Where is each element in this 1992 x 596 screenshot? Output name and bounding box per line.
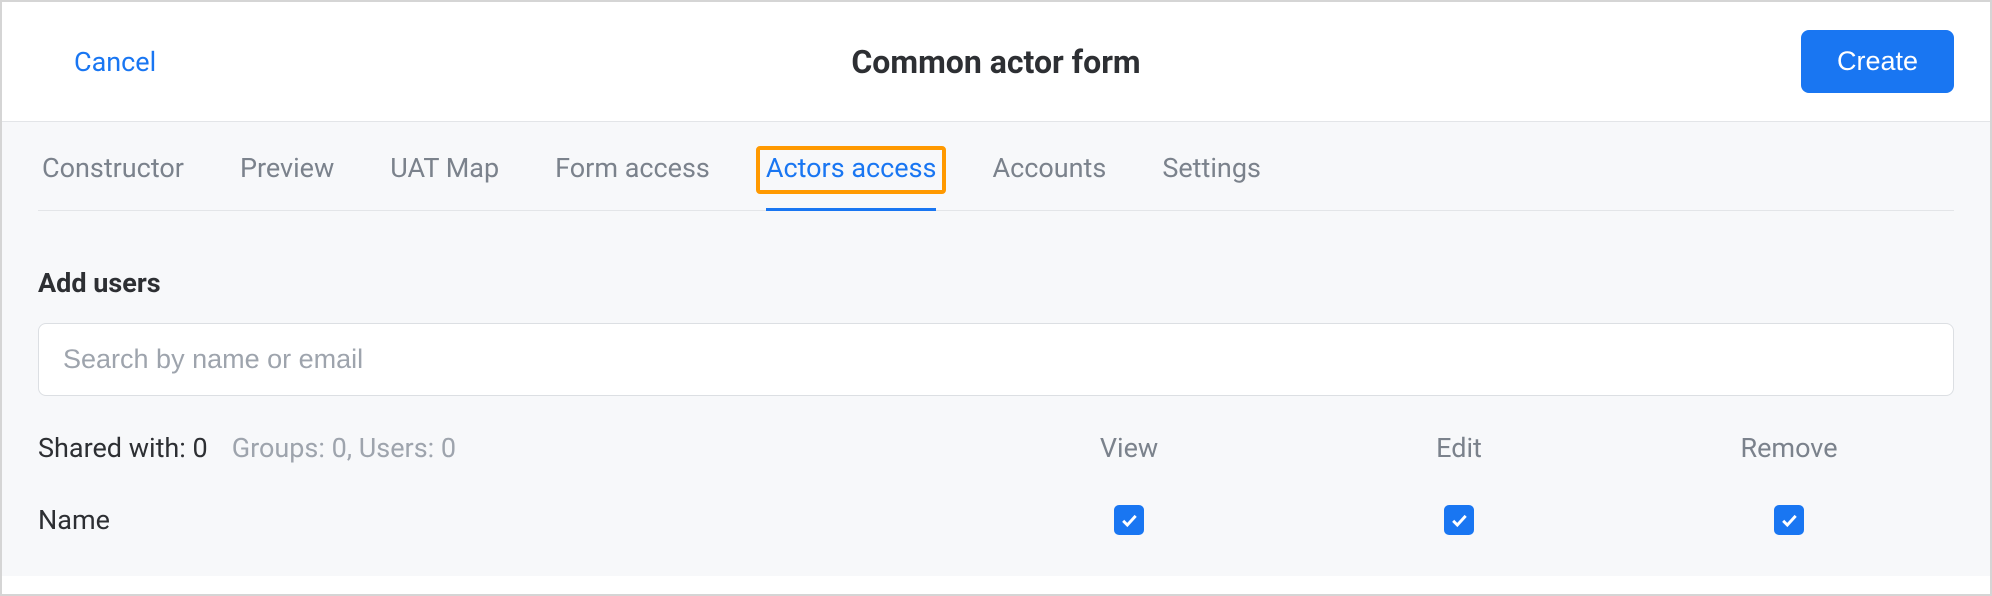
tab-actors-access-label: Actors access [766, 152, 937, 184]
tab-settings[interactable]: Settings [1162, 152, 1261, 210]
tab-actors-access[interactable]: Actors access [766, 152, 937, 211]
checkbox-view[interactable] [1114, 505, 1144, 535]
create-button[interactable]: Create [1801, 30, 1954, 93]
permissions-row: Name [38, 504, 1954, 536]
tab-preview[interactable]: Preview [240, 152, 334, 210]
groups-users-label: Groups: 0, Users: 0 [232, 432, 456, 464]
cancel-button[interactable]: Cancel [74, 46, 156, 78]
checkbox-remove[interactable] [1774, 505, 1804, 535]
tab-form-access[interactable]: Form access [555, 152, 710, 210]
check-icon [1449, 510, 1469, 530]
checkbox-edit[interactable] [1444, 505, 1474, 535]
tab-constructor[interactable]: Constructor [42, 152, 184, 210]
section-title-add-users: Add users [38, 267, 1954, 299]
check-icon [1779, 510, 1799, 530]
column-header-view: View [964, 432, 1294, 464]
tab-accounts[interactable]: Accounts [992, 152, 1106, 210]
tab-uat-map[interactable]: UAT Map [390, 152, 499, 210]
tabs-bar: Constructor Preview UAT Map Form access … [38, 122, 1954, 211]
shared-with-label: Shared with: 0 [38, 432, 208, 464]
check-icon [1119, 510, 1139, 530]
column-header-edit: Edit [1294, 432, 1624, 464]
page-title: Common actor form [851, 43, 1140, 81]
stats-row: Shared with: 0 Groups: 0, Users: 0 View … [38, 432, 1954, 464]
search-input[interactable] [38, 323, 1954, 396]
column-header-remove: Remove [1624, 432, 1954, 464]
row-name-label: Name [38, 504, 110, 536]
